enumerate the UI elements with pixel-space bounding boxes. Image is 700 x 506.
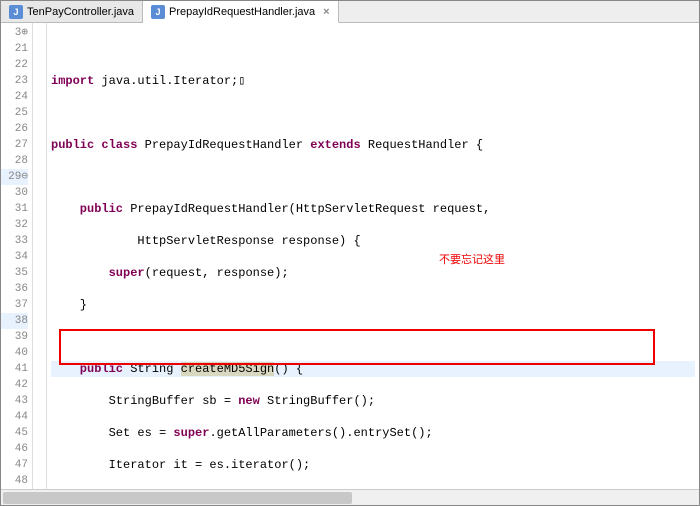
code-editor[interactable]: 3⊕212223242526272829⊖3031323334353637383… [1,23,699,489]
tab-label: PrepayIdRequestHandler.java [169,6,315,18]
java-file-icon: J [151,5,165,19]
tab-label: TenPayController.java [27,6,134,18]
close-icon[interactable]: × [323,6,329,18]
line-number-gutter: 3⊕212223242526272829⊖3031323334353637383… [1,23,33,489]
horizontal-scrollbar[interactable] [1,489,699,505]
annotation-text: 不要忘记这里 [439,251,505,267]
fold-gutter [33,23,47,489]
tab-prepayidrequesthandler[interactable]: J PrepayIdRequestHandler.java × [143,1,339,23]
java-file-icon: J [9,5,23,19]
code-area[interactable]: import java.util.Iterator;▯ public class… [47,23,699,489]
editor-tabs: J TenPayController.java J PrepayIdReques… [1,1,699,23]
tab-tenpaycontroller[interactable]: J TenPayController.java [1,1,143,22]
scrollbar-thumb[interactable] [3,492,352,504]
